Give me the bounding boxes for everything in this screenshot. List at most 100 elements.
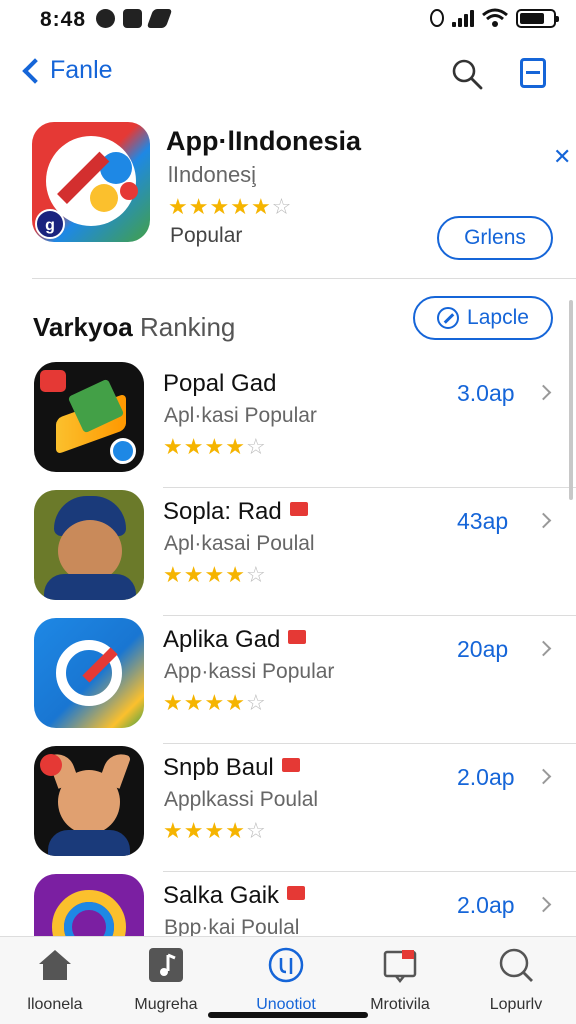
chevron-right-icon — [535, 768, 552, 785]
star-rating: ★★★★☆ — [163, 818, 267, 844]
battery-icon — [516, 8, 559, 28]
home-indicator — [208, 1012, 368, 1018]
star-filled-icon: ★ — [225, 434, 246, 459]
featured-app-subtitle: lIndonesi̧ — [168, 162, 257, 187]
app-category: Apl·kasi Popular — [164, 404, 317, 427]
app-category: Apl·kasai Poulal — [164, 532, 315, 555]
status-bar: 8:48 — [0, 0, 576, 40]
app-icon — [34, 362, 144, 472]
star-filled-icon: ★ — [168, 194, 189, 219]
star-filled-icon: ★ — [230, 194, 251, 219]
share-icon[interactable]: ✕ — [553, 144, 571, 170]
star-filled-icon: ★ — [225, 818, 246, 843]
app-icon — [34, 490, 144, 600]
star-rating: ★★★★☆ — [163, 434, 267, 460]
app-icon — [34, 746, 144, 856]
document-icon[interactable] — [520, 58, 546, 88]
app-category: App·kassi Popular — [164, 660, 335, 683]
app-badge-icon: g — [35, 209, 65, 239]
chevron-right-icon — [535, 384, 552, 401]
star-empty-icon: ☆ — [245, 434, 267, 459]
search-icon[interactable] — [451, 58, 483, 90]
star-filled-icon: ★ — [163, 690, 184, 715]
music-icon — [149, 948, 183, 982]
featured-app-title: App·lIndonesia — [166, 126, 361, 156]
apps-icon — [268, 947, 304, 983]
star-filled-icon: ★ — [163, 818, 184, 843]
back-label: Fanle — [50, 56, 113, 84]
badge-icon — [289, 502, 308, 516]
star-filled-icon: ★ — [163, 562, 184, 587]
star-filled-icon: ★ — [225, 562, 246, 587]
app-name: Snpb Baul — [163, 754, 300, 782]
star-empty-icon: ☆ — [271, 194, 293, 219]
wifi-icon — [482, 8, 508, 27]
app-size: 43ap — [457, 508, 509, 534]
app-icon — [34, 618, 144, 728]
star-filled-icon: ★ — [183, 562, 205, 587]
star-filled-icon: ★ — [183, 690, 205, 715]
star-rating: ★★★★☆ — [163, 690, 267, 716]
tab-inbox[interactable]: Mrotivila — [350, 947, 450, 1014]
app-category: Applkassi Poulal — [164, 788, 319, 811]
badge-icon — [287, 886, 306, 900]
section-title: Varkyoa Ranking — [33, 312, 236, 342]
get-button[interactable]: Grlens — [437, 216, 553, 260]
app-name: Popal Gad — [163, 370, 277, 397]
list-item[interactable]: Snpb Baul Applkassi Poulal ★★★★☆ 2.0ap — [0, 744, 576, 872]
star-empty-icon: ☆ — [245, 818, 267, 843]
star-empty-icon: ☆ — [245, 690, 267, 715]
notification-icons — [96, 9, 173, 28]
signal-icon — [452, 9, 474, 27]
app-name: Sopla: Rad — [163, 498, 308, 526]
app-name: Salka Gaik — [163, 882, 306, 910]
app-size: 2.0ap — [457, 892, 515, 918]
chevron-left-icon — [22, 57, 48, 84]
divider — [32, 278, 576, 279]
tab-music[interactable]: Mugreha — [116, 947, 216, 1014]
star-filled-icon: ★ — [209, 194, 231, 219]
app-size: 3.0ap — [457, 380, 515, 406]
app-size: 20ap — [457, 636, 509, 662]
featured-app: g App·lIndonesia lIndonesi̧ ★★★★★☆ Popul… — [0, 122, 576, 278]
list-item[interactable]: Aplika Gad App·kassi Popular ★★★★☆ 20ap — [0, 616, 576, 744]
search-icon — [499, 948, 533, 982]
tab-home[interactable]: lloonela — [5, 947, 105, 1014]
list-item[interactable]: Sopla: Rad Apl·kasai Poulal ★★★★☆ 43ap — [0, 488, 576, 616]
list-item[interactable]: Popal Gad Apl·kasi Popular ★★★★☆ 3.0ap — [0, 360, 576, 488]
badge-icon — [281, 758, 300, 772]
star-rating: ★★★★☆ — [163, 562, 267, 588]
notification-icon — [146, 9, 173, 28]
star-filled-icon: ★ — [250, 194, 272, 219]
featured-app-icon[interactable]: g — [32, 122, 150, 242]
star-filled-icon: ★ — [225, 690, 246, 715]
star-filled-icon: ★ — [183, 818, 205, 843]
star-filled-icon: ★ — [204, 818, 226, 843]
alarm-icon — [430, 9, 444, 27]
inbox-icon — [383, 950, 417, 984]
notification-icon — [96, 9, 115, 28]
status-time: 8:48 — [40, 8, 87, 31]
ranking-filter-button[interactable]: Lapcle — [413, 296, 553, 340]
app-size: 2.0ap — [457, 764, 515, 790]
star-filled-icon: ★ — [204, 690, 226, 715]
chevron-right-icon — [535, 640, 552, 657]
chevron-right-icon — [535, 896, 552, 913]
featured-app-category: Popular — [170, 224, 243, 247]
star-filled-icon: ★ — [163, 434, 184, 459]
notification-icon — [123, 9, 142, 28]
tab-bar: lloonela Mugreha Unootiot Mrotivila Lopu… — [0, 936, 576, 1024]
chevron-right-icon — [535, 512, 552, 529]
tab-apps[interactable]: Unootiot — [236, 947, 336, 1014]
system-status — [430, 8, 559, 28]
back-button[interactable]: Fanle — [18, 56, 113, 85]
star-filled-icon: ★ — [183, 434, 205, 459]
star-filled-icon: ★ — [188, 194, 210, 219]
tab-search[interactable]: Lopurlv — [466, 947, 566, 1014]
star-rating: ★★★★★☆ — [168, 194, 292, 220]
nav-bar: Fanle — [0, 48, 576, 102]
star-filled-icon: ★ — [204, 562, 226, 587]
scrollbar[interactable] — [569, 300, 573, 500]
home-icon — [39, 950, 71, 980]
star-filled-icon: ★ — [204, 434, 226, 459]
